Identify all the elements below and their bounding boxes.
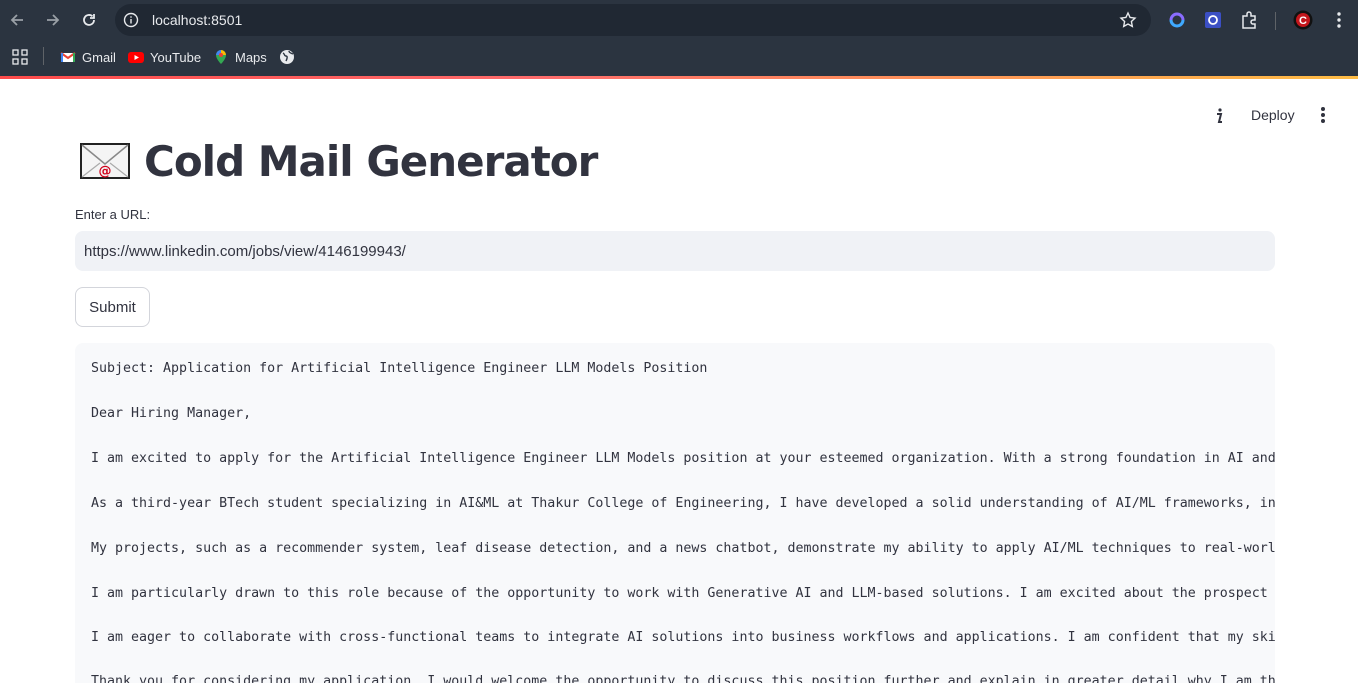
submit-button[interactable]: Submit bbox=[75, 287, 150, 327]
browser-chrome: localhost:8501 C Gmail YouTube Maps bbox=[0, 0, 1358, 78]
main-menu-icon[interactable] bbox=[1314, 104, 1332, 126]
email-line: I am excited to apply for the Artificial… bbox=[91, 451, 1275, 466]
forward-icon[interactable] bbox=[42, 9, 64, 31]
extension-swirl-icon[interactable] bbox=[1167, 10, 1187, 30]
bookmark-youtube[interactable]: YouTube bbox=[128, 48, 201, 66]
page-title: @ Cold Mail Generator bbox=[80, 134, 598, 188]
svg-text:@: @ bbox=[99, 164, 112, 179]
extension-q-icon[interactable] bbox=[1203, 10, 1223, 30]
extensions-puzzle-icon[interactable] bbox=[1239, 10, 1259, 30]
email-line: I am eager to collaborate with cross-fun… bbox=[91, 630, 1275, 645]
bookmark-label: Maps bbox=[235, 49, 267, 65]
site-info-icon[interactable] bbox=[123, 12, 139, 28]
bookmark-gmail[interactable]: Gmail bbox=[60, 48, 116, 66]
bookmark-label: Gmail bbox=[82, 49, 116, 65]
url-text: localhost:8501 bbox=[152, 12, 243, 28]
address-bar[interactable]: localhost:8501 bbox=[115, 4, 1151, 36]
browser-menu-icon[interactable] bbox=[1329, 10, 1349, 30]
apps-grid-icon[interactable] bbox=[12, 49, 28, 65]
bookmarks-bar: Gmail YouTube Maps bbox=[0, 40, 1358, 74]
envelope-with-at-icon: @ bbox=[80, 143, 130, 179]
browser-toolbar: localhost:8501 C bbox=[0, 0, 1358, 40]
email-line: I am particularly drawn to this role bec… bbox=[91, 586, 1268, 601]
back-icon[interactable] bbox=[6, 9, 28, 31]
globe-icon[interactable] bbox=[279, 49, 295, 65]
bookmark-label: YouTube bbox=[150, 49, 202, 65]
bookmark-star-icon[interactable] bbox=[1119, 11, 1137, 29]
profile-avatar-icon[interactable]: C bbox=[1293, 10, 1313, 30]
email-line: As a third-year BTech student specializi… bbox=[91, 496, 1275, 511]
deploy-button[interactable]: Deploy bbox=[1243, 103, 1303, 127]
page-title-text: Cold Mail Generator bbox=[144, 136, 598, 186]
email-line: My projects, such as a recommender syste… bbox=[91, 541, 1275, 556]
svg-text:C: C bbox=[1299, 15, 1307, 27]
email-line: Thank you for considering my application… bbox=[91, 674, 1275, 683]
email-line: Subject: Application for Artificial Inte… bbox=[91, 361, 708, 376]
bookmark-maps[interactable]: Maps bbox=[213, 48, 267, 66]
reload-icon[interactable] bbox=[78, 9, 100, 31]
generated-email-code-block[interactable]: Subject: Application for Artificial Inte… bbox=[75, 343, 1275, 683]
maps-icon bbox=[216, 50, 226, 64]
youtube-icon bbox=[128, 52, 144, 63]
email-line: Dear Hiring Manager, bbox=[91, 406, 252, 421]
toolbar-divider bbox=[1275, 12, 1276, 30]
info-icon[interactable] bbox=[1208, 104, 1230, 126]
url-input[interactable] bbox=[75, 231, 1275, 271]
app-decoration-bar bbox=[0, 76, 1358, 79]
gmail-icon bbox=[60, 52, 76, 62]
bookmarks-divider bbox=[43, 47, 44, 65]
url-field-label: Enter a URL: bbox=[75, 207, 151, 222]
